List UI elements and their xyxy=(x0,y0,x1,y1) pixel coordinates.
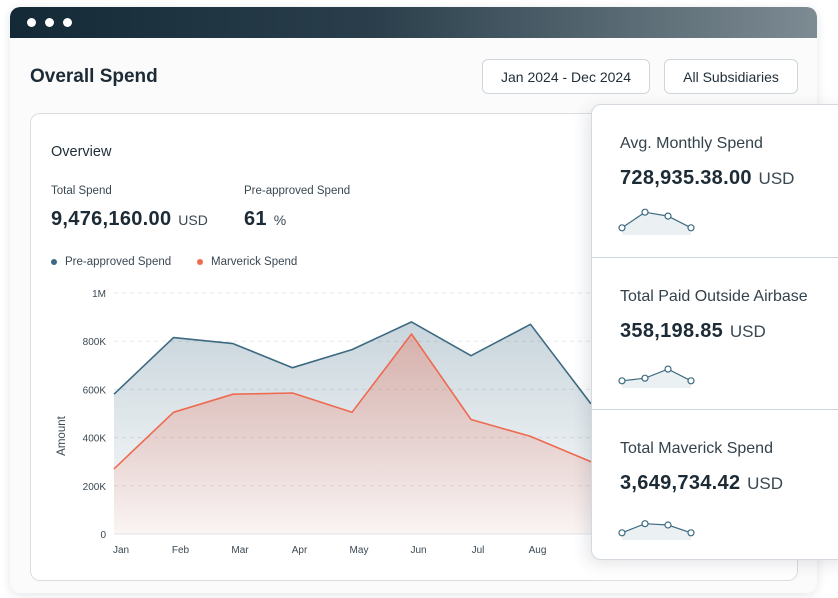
x-tick-label: Feb xyxy=(172,545,190,556)
metric-value: 728,935.38.00 USD xyxy=(620,167,794,190)
x-tick-label: Jan xyxy=(113,545,129,556)
x-tick-label: May xyxy=(350,545,369,556)
sparkline-point xyxy=(664,521,672,529)
y-axis-label: Amount xyxy=(56,415,68,455)
sparkline-area xyxy=(622,212,691,235)
sparkline-point xyxy=(641,520,649,528)
window-control-dot[interactable] xyxy=(27,18,36,27)
metric-label: Total Maverick Spend xyxy=(620,440,773,457)
sparkline-area xyxy=(622,369,691,388)
x-tick-label: Mar xyxy=(231,545,249,556)
x-tick-label: Jul xyxy=(472,545,485,556)
metrics-panel: Avg. Monthly Spend 728,935.38.00 USD Tot… xyxy=(591,104,838,560)
sparkline-point xyxy=(618,377,626,385)
chart-areas xyxy=(113,321,592,534)
sparkline-point xyxy=(687,377,695,385)
y-tick-label: 800K xyxy=(83,337,107,348)
sparkline-point xyxy=(618,224,626,232)
sparkline-point xyxy=(664,365,672,373)
window-control-dot[interactable] xyxy=(63,18,72,27)
window-control-dot[interactable] xyxy=(45,18,54,27)
sparkline xyxy=(618,365,695,388)
metric-avg-monthly-spend: Avg. Monthly Spend 728,935.38.00 USD xyxy=(592,105,838,257)
metric-value: 3,649,734.42 USD xyxy=(620,472,783,495)
page-title: Overall Spend xyxy=(30,66,158,87)
metric-paid-outside-airbase: Total Paid Outside Airbase 358,198.85 US… xyxy=(592,257,838,409)
y-tick-label: 1M xyxy=(92,289,106,300)
sparkline-area xyxy=(622,523,691,540)
metric-unit: USD xyxy=(725,322,766,341)
sparkline xyxy=(618,208,695,235)
metric-amount: 3,649,734.42 xyxy=(620,472,741,494)
sparkline-point xyxy=(641,374,649,382)
y-tick-label: 400K xyxy=(83,434,107,445)
window-titlebar xyxy=(10,7,817,38)
x-tick-label: Apr xyxy=(292,545,308,556)
date-range-button[interactable]: Jan 2024 - Dec 2024 xyxy=(482,59,650,94)
x-tick-label: Jun xyxy=(410,545,426,556)
metric-total-maverick-spend: Total Maverick Spend 3,649,734.42 USD xyxy=(592,409,838,561)
y-tick-label: 600K xyxy=(83,385,107,396)
sparkline-point xyxy=(687,224,695,232)
metric-label: Avg. Monthly Spend xyxy=(620,135,763,152)
sparkline xyxy=(618,520,695,540)
sparkline-point xyxy=(618,529,626,537)
y-tick-label: 0 xyxy=(100,530,106,541)
sparkline-point xyxy=(641,208,649,216)
y-tick-label: 200K xyxy=(83,482,107,493)
sparkline-point xyxy=(687,529,695,537)
subsidiary-button[interactable]: All Subsidiaries xyxy=(664,59,798,94)
metric-unit: USD xyxy=(753,169,795,188)
x-tick-label: Aug xyxy=(529,545,547,556)
metric-amount: 358,198.85 xyxy=(620,320,724,342)
metric-amount: 728,935.38.00 xyxy=(620,167,752,189)
sparkline-point xyxy=(664,212,672,220)
metric-unit: USD xyxy=(742,474,784,493)
metric-label: Total Paid Outside Airbase xyxy=(620,288,808,305)
metric-value: 358,198.85 USD xyxy=(620,320,766,343)
